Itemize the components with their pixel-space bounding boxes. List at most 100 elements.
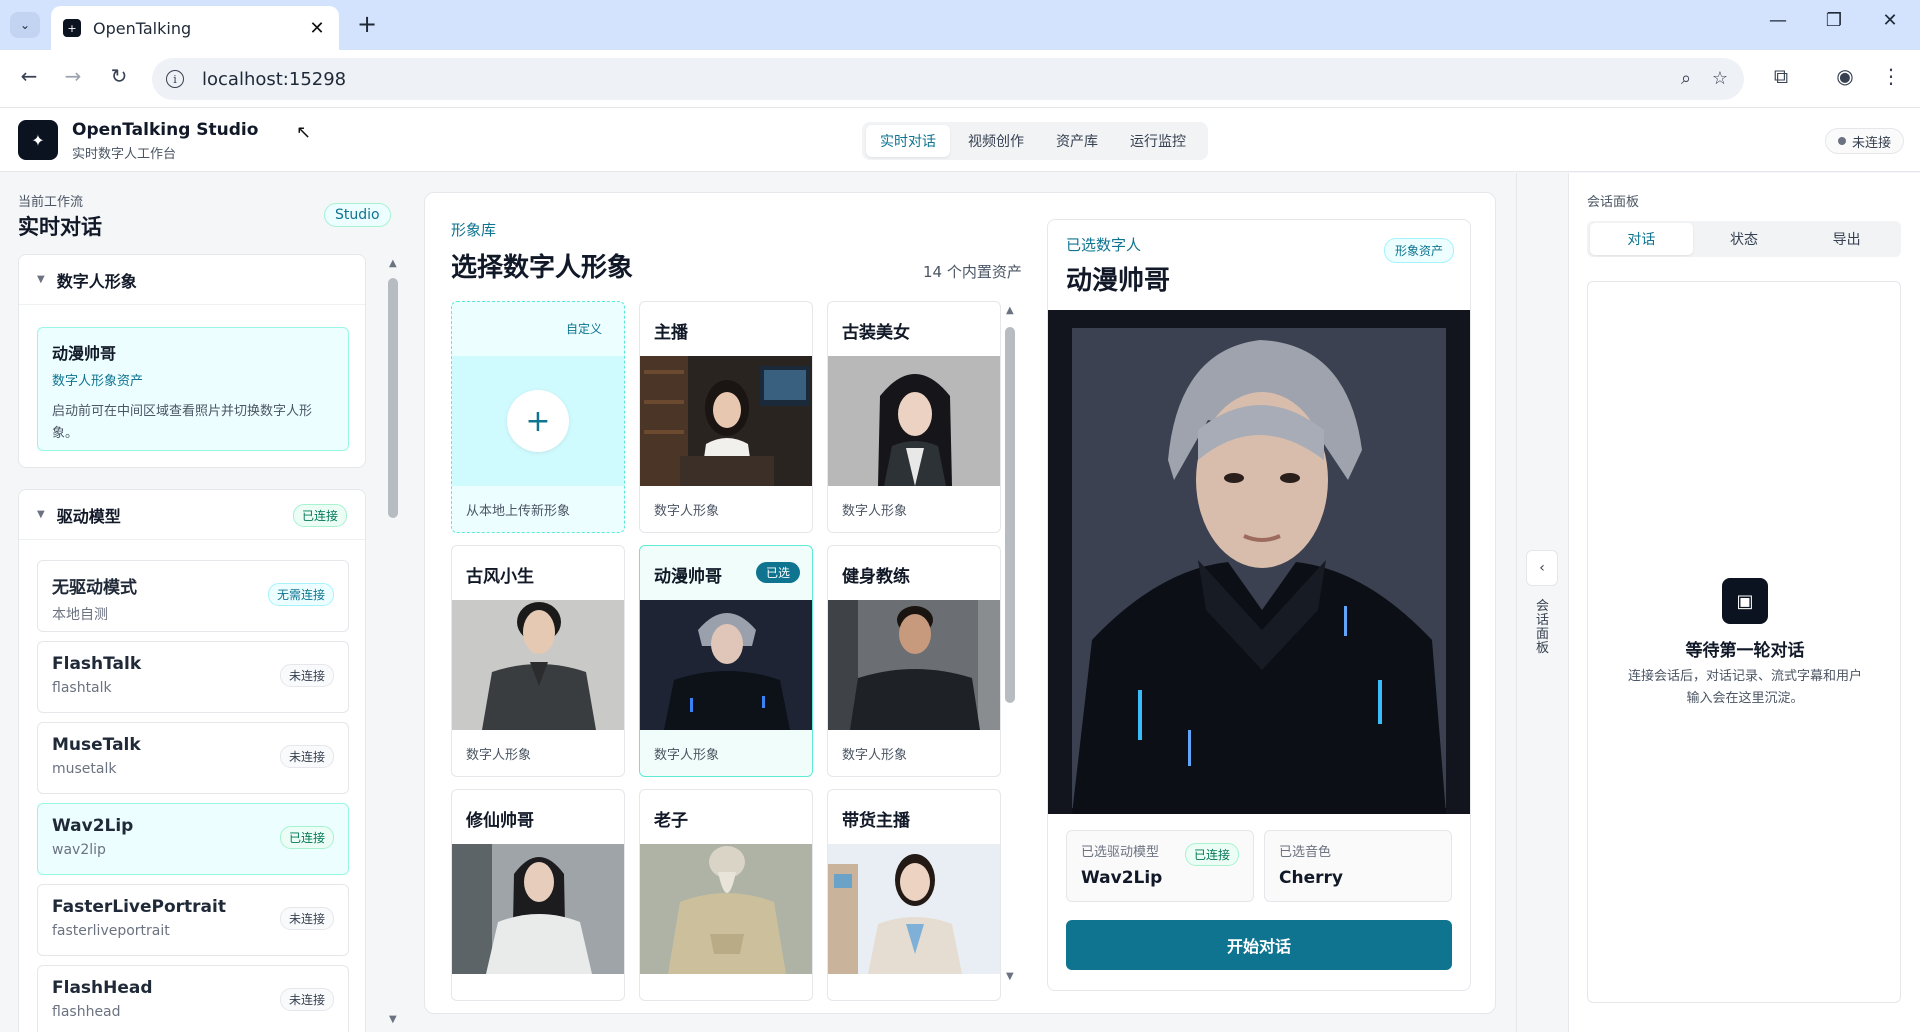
avatar-card-name: 古装美女 [842,323,910,343]
avatar-thumbnail [828,600,1000,730]
upload-area[interactable]: + [452,356,624,486]
avatar-thumbnail [452,600,624,730]
avatar-card-name: 老子 [654,811,688,831]
avatar-card-type: 数字人形象 [654,748,720,763]
upload-avatar-card[interactable]: 自定义 + 从本地上传新形象 [451,301,625,533]
selected-model-box: 已选驱动模型 Wav2Lip 已连接 [1066,830,1254,902]
tab-status[interactable]: 状态 [1693,223,1796,255]
app-logo-icon: ✦ [18,120,58,160]
avatar-card-name: 带货主播 [842,811,910,831]
avatar-card-ancient-scholar[interactable]: 古风小生 数字人形象 [451,545,625,777]
session-panel-vertical-label[interactable]: 会话面板 [1536,600,1550,656]
avatar-card-fitness-coach[interactable]: 健身教练 数字人形象 [827,545,1001,777]
back-icon[interactable]: ← [14,64,44,88]
selected-voice-box: 已选音色 Cherry [1264,830,1452,902]
left-scrollbar[interactable]: ▲ ▼ [388,258,398,1028]
grid-scrollbar[interactable]: ▲ ▼ [1005,305,1015,985]
current-avatar-name: 动漫帅哥 [52,344,117,363]
tab-title: OpenTalking [93,18,192,38]
connection-status-text: 未连接 [1851,135,1891,151]
selected-voice-label: 已选音色 [1279,845,1332,860]
model-section-header[interactable]: ▼ 驱动模型 已连接 [19,490,365,540]
tab-list-chevron-icon[interactable]: ⌄ [10,12,40,38]
app-header: ✦ OpenTalking Studio 实时数字人工作台 ↖ 实时对话 视频创… [0,108,1920,172]
close-tab-icon[interactable]: ✕ [307,18,327,39]
avatar-card-type: 数字人形象 [842,504,908,519]
new-tab-icon[interactable]: + [352,10,382,38]
app-subtitle: 实时数字人工作台 [72,147,177,162]
current-avatar-card[interactable]: 动漫帅哥 数字人形象资产 启动前可在中间区域查看照片并切换数字人形象。 [37,327,349,451]
bookmark-star-icon[interactable]: ☆ [1708,68,1732,89]
browser-menu-icon[interactable]: ⋮ [1876,64,1906,88]
avatar-card-laozi[interactable]: 老子 [639,789,813,1001]
restore-icon[interactable]: ❐ [1814,10,1854,31]
avatar-card-anchor[interactable]: 主播 数字人形象 [639,301,813,533]
session-body: ▣ 等待第一轮对话 连接会话后，对话记录、流式字幕和用户输入会在这里沉淀。 [1587,281,1901,1003]
scroll-up-icon[interactable]: ▲ [389,258,397,269]
address-bar-row: ← → ↻ i localhost:15298 ⌕ ☆ [0,50,1920,108]
session-tabs: 对话 状态 导出 [1587,221,1901,257]
minimize-icon[interactable]: — [1758,10,1798,31]
site-info-icon[interactable]: i [166,70,184,88]
session-panel: 会话面板 对话 状态 导出 ▣ 等待第一轮对话 连接会话后，对话记录、流式字幕和… [1569,173,1920,1032]
plus-icon[interactable]: + [507,390,569,452]
avatar-card-type: 数字人形象 [654,504,720,519]
favicon-icon: + [63,19,81,37]
library-count: 14 个内置资产 [923,263,1022,281]
model-status-badge: 未连接 [279,907,334,930]
model-item-wav2lip[interactable]: Wav2Lip wav2lip 已连接 [37,803,349,875]
model-status-badge: 未连接 [279,664,334,687]
model-status-badge: 未连接 [279,988,334,1011]
url-input[interactable]: i localhost:15298 ⌕ ☆ [152,58,1744,100]
current-avatar-description: 启动前可在中间区域查看照片并切换数字人形象。 [52,404,313,441]
forward-icon[interactable]: → [58,64,88,88]
model-status-badge: 未连接 [279,745,334,768]
avatar-section-header[interactable]: ▼ 数字人形象 [19,255,365,305]
scroll-up-icon[interactable]: ▲ [1006,305,1014,316]
nav-tab-realtime-chat[interactable]: 实时对话 [866,125,950,157]
center-panel: 形象库 选择数字人形象 14 个内置资产 自定义 + 从本地上传新形象 主播 数… [424,192,1496,1014]
avatar-card-type: 数字人形象 [466,748,532,763]
tab-dialogue[interactable]: 对话 [1590,223,1693,255]
avatar-section-title: 数字人形象 [56,271,137,291]
model-item-flashhead[interactable]: FlashHead flashhead 未连接 [37,965,349,1032]
tab-export[interactable]: 导出 [1795,223,1898,255]
extensions-icon[interactable]: ⧉ [1766,64,1796,88]
selected-model-value: Wav2Lip [1081,868,1163,888]
avatar-card-ancient-beauty[interactable]: 古装美女 数字人形象 [827,301,1001,533]
mouse-cursor-icon: ↖ [296,122,312,143]
collapse-panel-chevron-icon[interactable]: ‹ [1526,550,1558,586]
preview-avatar-name: 动漫帅哥 [1066,266,1171,296]
nav-tab-video-creation[interactable]: 视频创作 [954,125,1038,157]
preview-caption: 已选数字人 [1066,236,1142,254]
nav-tab-monitoring[interactable]: 运行监控 [1116,125,1200,157]
selected-model-status-badge: 已连接 [1184,843,1239,866]
model-item-none[interactable]: 无驱动模式 本地自测 无需连接 [37,560,349,632]
model-item-fasterliveportrait[interactable]: FasterLivePortrait fasterliveportrait 未连… [37,884,349,956]
caret-down-icon: ▼ [37,274,45,285]
scroll-down-icon[interactable]: ▼ [389,1014,397,1025]
nav-tab-asset-library[interactable]: 资产库 [1042,125,1112,157]
scrollbar-thumb[interactable] [388,278,398,518]
avatar-card-sales-anchor[interactable]: 带货主播 [827,789,1001,1001]
workflow-title: 实时对话 [18,215,102,239]
avatar-card-anime-guy[interactable]: 动漫帅哥 已选 数字人形象 [639,545,813,777]
close-window-icon[interactable]: ✕ [1870,10,1910,31]
start-conversation-button[interactable]: 开始对话 [1066,920,1452,970]
reload-icon[interactable]: ↻ [104,64,134,88]
url-text: localhost:15298 [202,68,347,90]
avatar-card-xianxia-guy[interactable]: 修仙帅哥 [451,789,625,1001]
avatar-card-name: 古风小生 [466,567,534,587]
model-item-flashtalk[interactable]: FlashTalk flashtalk 未连接 [37,641,349,713]
selected-avatar-preview: 已选数字人 动漫帅哥 形象资产 已选驱动模型 Wav2Lip 已连接 已选音色 … [1047,219,1471,991]
scrollbar-thumb[interactable] [1005,327,1015,703]
selected-chip: 已选 [755,562,800,583]
profile-icon[interactable]: ◉ [1830,64,1860,88]
browser-tab[interactable]: + OpenTalking ✕ [51,6,339,50]
model-section-title: 驱动模型 [56,506,121,526]
zoom-icon[interactable]: ⌕ [1674,68,1698,89]
avatar-card-name: 修仙帅哥 [466,811,534,831]
scroll-down-icon[interactable]: ▼ [1006,971,1014,982]
selected-voice-value: Cherry [1279,868,1343,888]
model-item-musetalk[interactable]: MuseTalk musetalk 未连接 [37,722,349,794]
